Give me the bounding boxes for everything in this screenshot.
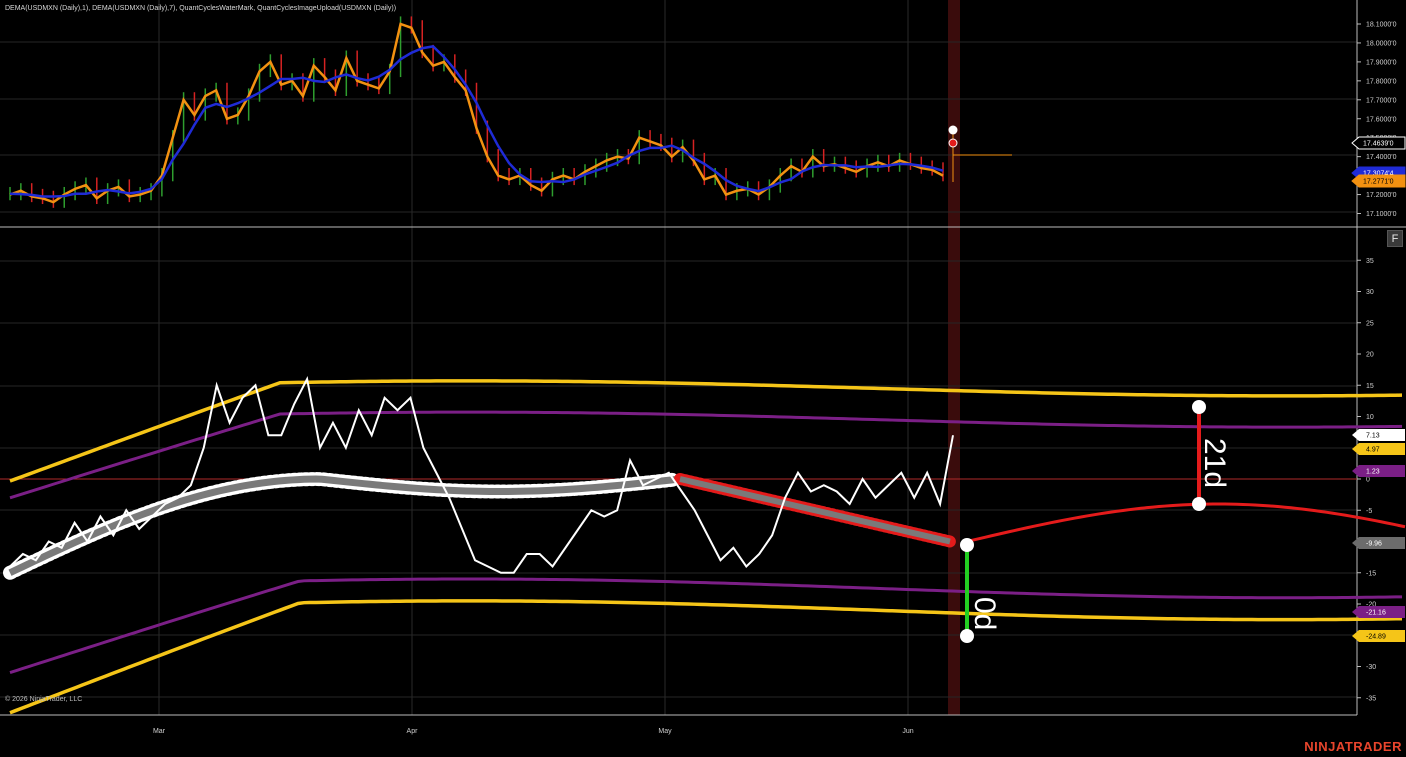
osc-axis-label: 25 [1366,320,1374,327]
outer-lower-band [9,599,1403,715]
osc-tag-label: 4.97 [1366,447,1380,454]
price-axis-label: 17.4000'0 [1366,154,1397,161]
inner-lower-band [9,577,1403,674]
forecast-point [948,125,958,135]
oscillator-line [9,375,954,574]
osc-axis-label: -15 [1366,570,1376,577]
cycle-now-point [960,538,974,552]
cycle-top-point [1192,400,1206,414]
price-axis-label: 17.7000'0 [1366,97,1397,104]
price-axis-label: 18.0000'0 [1366,40,1397,47]
price-axis-label: 17.9000'0 [1366,59,1397,66]
price-axis-label: 17.8000'0 [1366,78,1397,85]
month-label-jun: Jun [902,728,913,735]
osc-tag-label: 1.23 [1366,469,1380,476]
osc-axis-label: 0 [1366,477,1370,484]
month-label-mar: Mar [153,728,166,735]
osc-axis-label: 30 [1366,289,1374,296]
month-label-apr: Apr [407,728,419,735]
osc-axis-label: -30 [1366,664,1376,671]
osc-axis-label: -5 [1366,508,1372,515]
osc-tag-label: -24.89 [1366,634,1386,641]
month-label-may: May [658,728,672,735]
osc-tag-label: -21.16 [1366,610,1386,617]
osc-axis-label: -35 [1366,695,1376,702]
osc-axis-label: 15 [1366,383,1374,390]
ninjatrader-logo: NINJATRADER [1304,739,1402,754]
cycle-21d-label: 21d [1198,438,1231,488]
osc-tag-label: -9.96 [1366,541,1382,548]
copyright-text: © 2026 NinjaTrader, LLC [5,696,83,703]
osc-tag-label: 7.13 [1366,433,1380,440]
forecast-point [948,138,958,148]
osc-axis-label: 20 [1366,352,1374,359]
price-axis-label: 17.6000'0 [1366,116,1397,123]
osc-axis-label: 10 [1366,414,1374,421]
price-tag-label: 17.2771'0 [1363,179,1394,186]
cycle-bottom-point [1192,497,1206,511]
price-axis-label: 18.1000'0 [1366,22,1397,29]
price-axis-label: 17.2000'0 [1366,192,1397,199]
panel-float-button[interactable]: F [1387,230,1403,247]
current-bar-highlight [948,0,960,715]
price-axis-label: 17.1000'0 [1366,211,1397,218]
osc-axis-label: 35 [1366,258,1374,265]
cycle-0d-label: 0d [968,597,1001,630]
outer-upper-band [9,379,1403,483]
chart-canvas[interactable]: 18.1000'0 18.0000'0 17.9000'0 17.8000'0 17.7… [0,0,1406,757]
price-tag-label: 17.4639'0 [1363,141,1394,148]
cycle-low-point [960,629,974,643]
indicator-title: DEMA(USDMXN (Daily),1), DEMA(USDMXN (Dai… [5,5,397,12]
